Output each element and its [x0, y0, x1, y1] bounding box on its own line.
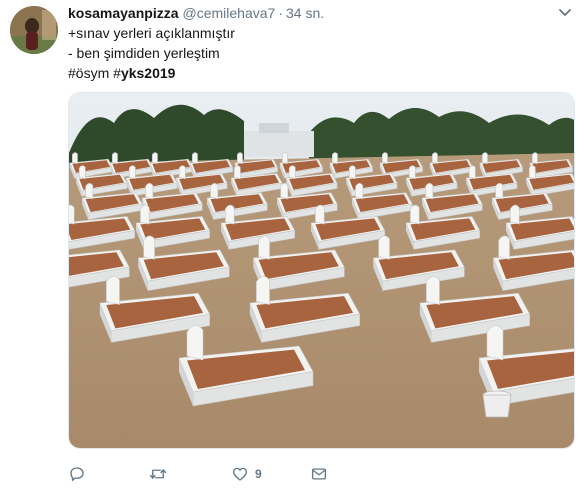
tweet-header: kosamayanpizza @cemilehava7 · 34 sn. [68, 4, 324, 22]
hashtag-text: yks2019 [120, 65, 176, 81]
hash-symbol: # [113, 65, 121, 81]
tweet-actions: 9 [68, 462, 575, 486]
envelope-icon [311, 468, 327, 480]
hashtag-yks2019[interactable]: #yks2019 [113, 65, 175, 81]
tweet-line: - ben şimdiden yerleştim [68, 45, 220, 61]
reply-button[interactable] [68, 462, 92, 486]
retweet-button[interactable] [148, 462, 174, 486]
heart-icon [232, 467, 248, 481]
message-button[interactable] [310, 462, 328, 486]
tweet-text: +sınav yerleri açıklanmıştır - ben şimdi… [68, 23, 235, 83]
tweet: kosamayanpizza @cemilehava7 · 34 sn. +sınav… [0, 0, 585, 494]
hashtag-osym[interactable]: #ösym [68, 65, 109, 81]
user-handle[interactable]: @cemilehava7 [183, 5, 276, 21]
hash-symbol: # [68, 65, 76, 81]
avatar[interactable] [10, 6, 58, 54]
tweet-photo[interactable] [68, 92, 575, 449]
timestamp[interactable]: 34 sn. [286, 5, 324, 21]
like-button[interactable]: 9 [231, 462, 262, 486]
display-name[interactable]: kosamayanpizza [68, 5, 179, 21]
like-count: 9 [255, 467, 262, 481]
cemetery-photo [69, 93, 574, 448]
tweet-line: +sınav yerleri açıklanmıştır [68, 25, 235, 41]
retweet-icon [149, 469, 167, 479]
chevron-down-icon[interactable] [557, 6, 573, 20]
hashtag-text: ösym [75, 65, 110, 81]
reply-icon [70, 467, 84, 482]
separator-dot: · [278, 5, 283, 21]
hashtag-line: #ösym #yks2019 [68, 63, 235, 83]
